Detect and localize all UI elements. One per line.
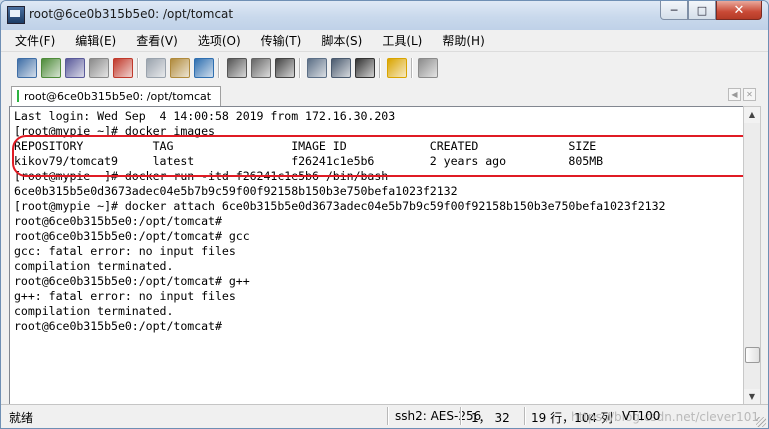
session-tab-strip: root@6ce0b315b5e0: /opt/tomcat ◀ ✕ (1, 84, 768, 106)
reconnect-icon[interactable] (89, 58, 109, 78)
global-options-icon[interactable] (331, 58, 351, 78)
quick-connect-icon[interactable] (41, 58, 61, 78)
title-bar[interactable]: root@6ce0b315b5e0: /opt/tomcat ─ □ ✕ (1, 1, 768, 30)
menu-view[interactable]: 查看(V) (122, 30, 184, 50)
tab-scroll-left-icon[interactable]: ◀ (728, 88, 741, 101)
minimize-button[interactable]: ─ (660, 1, 688, 20)
print-screen-icon[interactable] (275, 58, 295, 78)
status-bar: 就绪 ssh2: AES-256 1， 32 19 行，104 列 https:… (1, 404, 768, 428)
toolbar (1, 51, 768, 85)
help-icon[interactable] (387, 58, 407, 78)
status-separator (524, 407, 526, 425)
status-separator (460, 407, 462, 425)
toolbar-separator (299, 58, 301, 78)
securecrt-app-icon[interactable] (7, 6, 25, 24)
vertical-scrollbar[interactable]: ▲ ▼ (743, 106, 761, 406)
terminal-output[interactable]: Last login: Wed Sep 4 14:00:58 2019 from… (9, 106, 745, 406)
maximize-button[interactable]: □ (688, 1, 716, 20)
app-window: root@6ce0b315b5e0: /opt/tomcat ─ □ ✕ 文件(… (0, 0, 769, 429)
connected-status-icon (17, 90, 19, 102)
terminal-lines: Last login: Wed Sep 4 14:00:58 2019 from… (14, 109, 665, 334)
toolbar-separator (379, 58, 381, 78)
terminal-line: 6ce0b315b5e0d3673adec04e5b7b9c59f00f9215… (14, 184, 458, 198)
status-ready: 就绪 (9, 411, 34, 425)
connect-in-tab-icon[interactable] (65, 58, 85, 78)
menu-help[interactable]: 帮助(H) (428, 30, 490, 50)
print-setup-icon[interactable] (227, 58, 247, 78)
terminal-line: compilation terminated. (14, 304, 174, 318)
terminal-line: root@6ce0b315b5e0:/opt/tomcat# g++ (14, 274, 250, 288)
scroll-down-icon[interactable]: ▼ (744, 389, 760, 405)
session-options-icon[interactable] (307, 58, 327, 78)
window-controls: ─ □ ✕ (660, 1, 762, 20)
menu-script[interactable]: 脚本(S) (307, 30, 368, 50)
sftp-icon[interactable] (418, 58, 438, 78)
paste-icon[interactable] (170, 58, 190, 78)
terminal-line: kikov79/tomcat9 latest f26241c1e5b6 2 ye… (14, 154, 604, 168)
resize-grip-icon[interactable] (756, 417, 766, 427)
terminal-line: [root@mypie ~]# docker attach 6ce0b315b5… (14, 199, 666, 213)
find-icon[interactable] (194, 58, 214, 78)
terminal-line: [root@mypie ~]# docker run -itd f26241c1… (14, 169, 389, 183)
print-icon[interactable] (251, 58, 271, 78)
scroll-up-icon[interactable]: ▲ (744, 107, 760, 123)
watermark: https://blog.csdn.net/clever101 (571, 410, 759, 424)
terminal-line: REPOSITORY TAG IMAGE ID CREATED SIZE (14, 139, 597, 153)
menu-edit[interactable]: 编辑(E) (61, 30, 122, 50)
terminal-line: compilation terminated. (14, 259, 174, 273)
terminal-line: g++: fatal error: no input files (14, 289, 236, 303)
status-separator (387, 407, 389, 425)
window-title: root@6ce0b315b5e0: /opt/tomcat (29, 7, 234, 21)
menu-options[interactable]: 选项(O) (184, 30, 247, 50)
status-encryption: ssh2: AES-256 (395, 409, 482, 423)
menu-bar: 文件(F) 编辑(E) 查看(V) 选项(O) 传输(T) 脚本(S) 工具(L… (1, 30, 768, 50)
tab-close-icon[interactable]: ✕ (743, 88, 756, 101)
close-button[interactable]: ✕ (716, 1, 762, 20)
connect-icon[interactable] (17, 58, 37, 78)
toolbar-separator (137, 58, 139, 78)
scrollbar-thumb[interactable] (745, 347, 760, 363)
terminal-line: root@6ce0b315b5e0:/opt/tomcat# gcc (14, 229, 250, 243)
terminal-line: root@6ce0b315b5e0:/opt/tomcat# (14, 319, 222, 333)
toolbar-separator (218, 58, 220, 78)
menu-transfer[interactable]: 传输(T) (247, 30, 308, 50)
status-cursor-position: 1， 32 (471, 411, 510, 425)
terminal-line: [root@mypie ~]# docker images (14, 124, 215, 138)
terminal-line: root@6ce0b315b5e0:/opt/tomcat# (14, 214, 222, 228)
copy-icon[interactable] (146, 58, 166, 78)
toolbar-separator (411, 58, 413, 78)
menu-tools[interactable]: 工具(L) (368, 30, 428, 50)
menu-file[interactable]: 文件(F) (1, 30, 61, 50)
keymap-icon[interactable] (355, 58, 375, 78)
status-terminal-type: VT100 (622, 409, 661, 423)
disconnect-icon[interactable] (113, 58, 133, 78)
session-tab[interactable]: root@6ce0b315b5e0: /opt/tomcat (11, 86, 221, 106)
terminal-line: Last login: Wed Sep 4 14:00:58 2019 from… (14, 109, 396, 123)
terminal-line: gcc: fatal error: no input files (14, 244, 236, 258)
session-tab-label: root@6ce0b315b5e0: /opt/tomcat (24, 90, 212, 103)
